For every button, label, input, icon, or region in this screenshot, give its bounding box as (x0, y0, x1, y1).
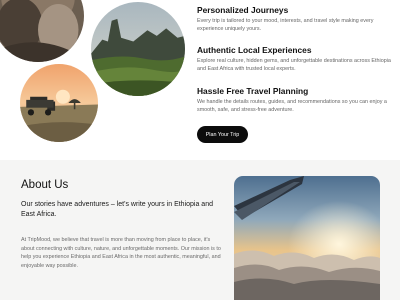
feature-title: Authentic Local Experiences (197, 45, 312, 55)
feature-text: Explore real culture, hidden gems, and u… (197, 58, 391, 72)
feature-text: Every trip is tailored to your mood, int… (197, 18, 374, 32)
plan-your-trip-button[interactable]: Plan Your Trip (197, 126, 248, 143)
feature-title: Personalized Journeys (197, 5, 289, 15)
features-section: Personalized Journeys Every trip is tail… (0, 0, 400, 160)
portrait-photo (0, 0, 84, 62)
safari-sunset-photo (20, 64, 98, 142)
about-lead: Our stories have adventures – let's writ… (21, 201, 213, 218)
feature-hassle-free-planning: Hassle Free Travel Planning We handle th… (197, 86, 397, 114)
feature-personalized-journeys: Personalized Journeys Every trip is tail… (197, 5, 397, 33)
feature-authentic-local-experiences: Authentic Local Experiences Explore real… (197, 45, 397, 73)
mountain-landscape-photo (91, 2, 185, 96)
feature-title: Hassle Free Travel Planning (197, 86, 309, 96)
about-title: About Us (21, 179, 69, 191)
stat-peek (25, 294, 29, 300)
airplane-wing-sky-photo (234, 176, 380, 300)
feature-text: We handle the details routes, guides, an… (197, 99, 387, 113)
about-body: At TripMood, we believe that travel is m… (21, 237, 221, 270)
stats-row-peek (25, 294, 29, 300)
